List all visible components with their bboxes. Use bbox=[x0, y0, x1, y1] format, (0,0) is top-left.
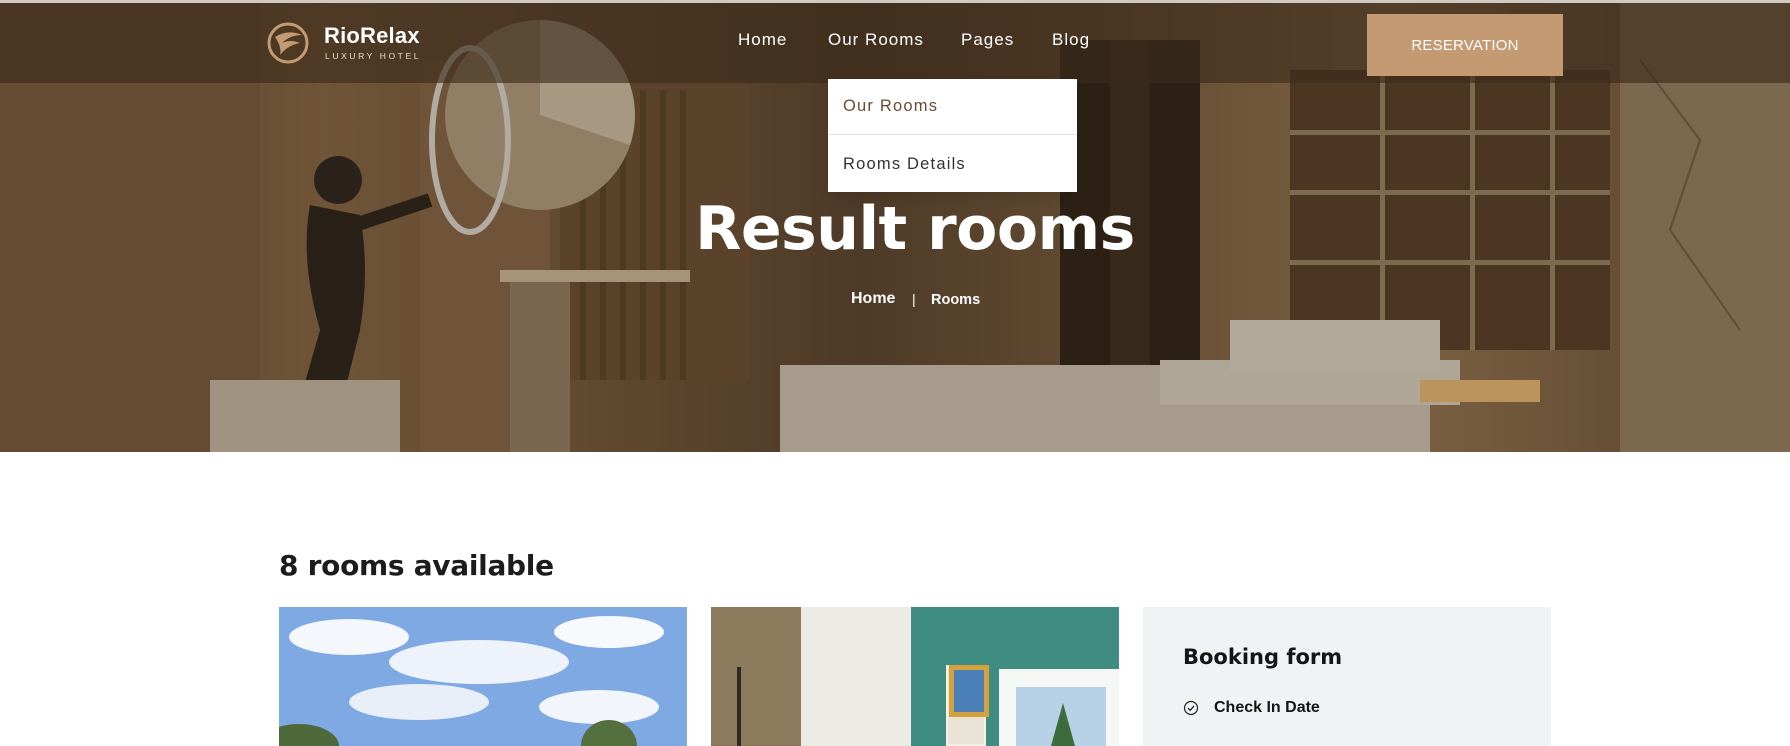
room-image bbox=[711, 607, 1119, 746]
page: Result rooms Home | Rooms RioRelax LUXUR… bbox=[0, 0, 1790, 746]
room-image bbox=[279, 607, 687, 746]
breadcrumb-current: Rooms bbox=[931, 292, 981, 308]
brand-tagline: LUXURY HOTEL bbox=[325, 51, 422, 61]
breadcrumb-home-link[interactable]: Home bbox=[851, 290, 895, 308]
breadcrumb-separator: | bbox=[912, 291, 916, 307]
room-card[interactable] bbox=[711, 607, 1119, 746]
brand-logo[interactable]: RioRelax LUXURY HOTEL bbox=[266, 21, 426, 67]
nav-item-our-rooms[interactable]: Our Rooms bbox=[828, 30, 924, 50]
check-in-date-field[interactable]: Check In Date bbox=[1183, 699, 1433, 719]
nav-item-pages[interactable]: Pages bbox=[961, 30, 1014, 50]
check-in-date-label: Check In Date bbox=[1214, 699, 1320, 716]
rooms-count-heading: 8 rooms available bbox=[279, 549, 554, 582]
booking-form: Booking form Check In Date bbox=[1143, 607, 1551, 746]
nav-item-home[interactable]: Home bbox=[738, 30, 787, 50]
brand-name: RioRelax bbox=[324, 23, 420, 48]
booking-form-title: Booking form bbox=[1183, 645, 1343, 669]
dropdown-item-our-rooms[interactable]: Our Rooms bbox=[828, 79, 1077, 135]
dropdown-item-rooms-details[interactable]: Rooms Details bbox=[828, 136, 1077, 192]
reservation-button[interactable]: RESERVATION bbox=[1367, 14, 1563, 76]
logo-mark-icon bbox=[267, 22, 309, 64]
room-card[interactable] bbox=[279, 607, 687, 746]
page-title: Result rooms bbox=[695, 194, 1135, 264]
check-circle-icon bbox=[1183, 700, 1199, 716]
nav-item-blog[interactable]: Blog bbox=[1052, 30, 1090, 50]
our-rooms-dropdown: Our Rooms Rooms Details bbox=[828, 79, 1077, 192]
site-header: RioRelax LUXURY HOTEL Home Our Rooms Pag… bbox=[0, 3, 1790, 83]
